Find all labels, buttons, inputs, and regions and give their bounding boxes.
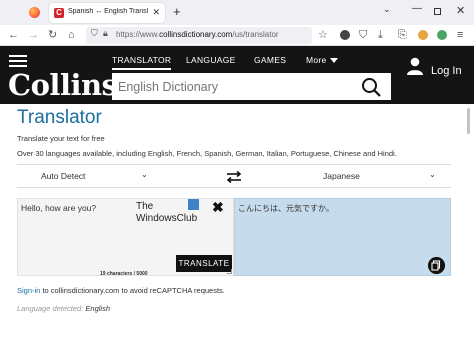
resize-handle-icon[interactable] (227, 269, 232, 274)
watermark-line-2: WindowsClub (136, 213, 198, 224)
url-text[interactable]: https://www.collinsdictionary.com/us/tra… (116, 30, 279, 39)
site-header: Collins TRANSLATOR LANGUAGE GAMES More L… (0, 46, 474, 104)
maximize-icon[interactable] (434, 8, 441, 15)
nav-language[interactable]: LANGUAGE (186, 55, 236, 65)
search-icon[interactable] (361, 77, 381, 97)
source-text-area[interactable]: Hello, how are you? The WindowsClub ✖ 19… (17, 198, 234, 277)
download-icon[interactable]: ⤓ (378, 28, 383, 42)
detected-value: English (85, 304, 111, 313)
address-bar[interactable]: ⛉ 🔒︎ https://www.collinsdictionary.com/u… (86, 27, 312, 44)
extension-n-icon[interactable] (340, 30, 350, 40)
language-detected: Language detected: English (17, 304, 110, 313)
nav-more-label: More (306, 55, 327, 65)
target-chevron-down-icon[interactable]: ⌄ (429, 170, 436, 179)
detected-label: Language detected: (17, 304, 86, 313)
copy-icon[interactable] (428, 257, 445, 274)
character-count: 19 characters / 5000 (100, 271, 148, 277)
nav-translator[interactable]: TRANSLATOR (112, 55, 172, 70)
watermark-icon (188, 199, 199, 210)
firefox-view-icon[interactable] (29, 7, 40, 18)
minimize-icon[interactable]: — (412, 3, 422, 14)
list-tabs-icon[interactable]: ⌄ (383, 4, 391, 15)
shield-icon[interactable]: ⛉ (359, 28, 367, 42)
collins-favicon-icon: C (54, 8, 64, 18)
new-tab-icon[interactable]: + (173, 4, 181, 20)
tab-close-icon[interactable]: ✕ (152, 7, 160, 18)
translated-text: こんにちは、元気ですか。 (238, 204, 334, 213)
collins-logo[interactable]: Collins (8, 68, 118, 102)
source-text[interactable]: Hello, how are you? (21, 203, 96, 213)
page-subtitle: Translate your text for free (17, 134, 105, 143)
chevron-down-icon (329, 58, 338, 64)
source-language-select[interactable]: Auto Detect (41, 171, 85, 181)
translate-button[interactable]: TRANSLATE (176, 255, 232, 272)
tab-title: Spanish ↔ English Translator | C (68, 8, 148, 15)
tracking-shield-icon[interactable]: ⛉ (91, 28, 98, 39)
app-menu-icon[interactable]: ≡ (457, 28, 463, 42)
extension-icon[interactable] (418, 30, 428, 40)
translation-output: こんにちは、元気ですか。 (234, 198, 451, 276)
browser-window: C Spanish ↔ English Translator | C ✕ + ⌄… (0, 0, 474, 358)
source-chevron-down-icon[interactable]: ⌄ (141, 170, 148, 179)
signin-link[interactable]: Sign-in (17, 286, 40, 295)
clear-text-icon[interactable]: ✖ (212, 199, 224, 215)
home-icon[interactable]: ⌂ (68, 28, 75, 42)
recaptcha-note-text: to collinsdictionary.com to avoid reCAPT… (40, 286, 225, 295)
forward-icon[interactable]: → (28, 28, 39, 42)
swap-languages-icon[interactable] (226, 171, 242, 183)
target-language-select[interactable]: Japanese (323, 171, 360, 181)
hamburger-menu-icon[interactable] (9, 55, 27, 68)
extension-green-icon[interactable] (437, 30, 447, 40)
nav-games[interactable]: GAMES (254, 55, 286, 65)
login-link[interactable]: Log In (431, 65, 462, 77)
window-close-icon[interactable]: ✕ (456, 4, 465, 18)
tab-bar: C Spanish ↔ English Translator | C ✕ + ⌄… (0, 0, 474, 25)
recaptcha-note: Sign-in to collinsdictionary.com to avoi… (17, 286, 225, 295)
language-selector-bar: Auto Detect ⌄ Japanese ⌄ (17, 164, 451, 188)
page-title: Translator (17, 107, 102, 128)
search-input[interactable] (112, 73, 352, 100)
languages-note: Over 30 languages available, including E… (17, 149, 397, 158)
search-box (112, 73, 391, 100)
bookmark-star-icon[interactable]: ☆ (318, 28, 328, 42)
user-icon[interactable] (406, 57, 424, 75)
lock-icon[interactable]: 🔒︎ (103, 28, 108, 39)
scrollbar[interactable] (467, 108, 470, 134)
navigation-bar: ← → ↻ ⌂ ⛉ 🔒︎ https://www.collinsdictiona… (0, 25, 474, 46)
reload-icon[interactable]: ↻ (48, 28, 57, 42)
back-icon[interactable]: ← (8, 28, 19, 42)
browser-tab[interactable]: C Spanish ↔ English Translator | C ✕ (49, 3, 165, 23)
library-icon[interactable]: ⎘ (398, 28, 407, 42)
nav-more[interactable]: More (306, 55, 338, 65)
